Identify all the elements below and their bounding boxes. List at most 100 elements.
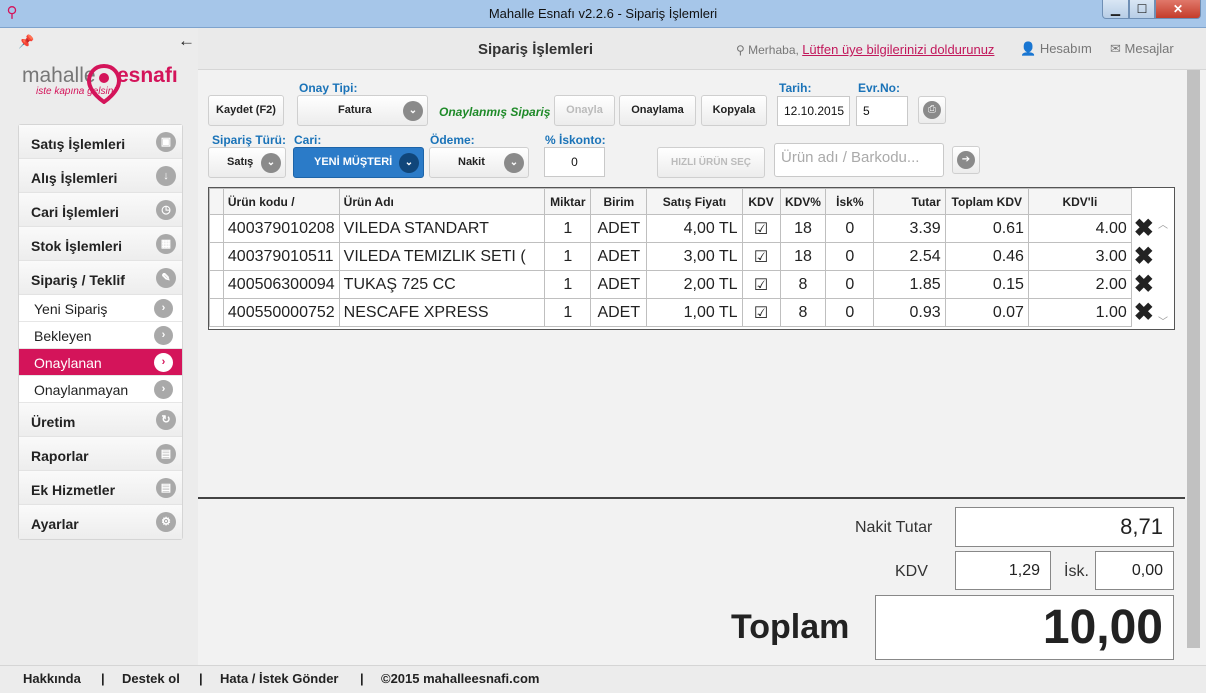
row-selector[interactable] [209, 242, 224, 271]
scroll-down-icon[interactable]: ﹀ [1158, 313, 1168, 328]
delete-row-icon[interactable]: ✖ [1131, 299, 1154, 327]
submenu-label: Onaylanan [34, 355, 102, 371]
product-search-input[interactable]: Ürün adı / Barkodu... [774, 143, 944, 177]
col-isk-yuzde[interactable]: İsk% [825, 188, 875, 215]
cell-qty[interactable]: 1 [544, 298, 592, 327]
cell-code: 400379010208 [222, 214, 340, 243]
messages-label: Mesajlar [1124, 41, 1174, 56]
cell-with-kdv: 1.00 [1027, 298, 1132, 327]
copy-button[interactable]: Kopyala [701, 95, 767, 126]
delete-row-icon[interactable]: ✖ [1131, 243, 1154, 271]
onay-tipi-select[interactable]: Fatura ⌄ [297, 95, 428, 126]
save-button[interactable]: Kaydet (F2) [208, 95, 284, 126]
cell-discount[interactable]: 0 [825, 270, 875, 299]
menu-label: Cari İşlemleri [31, 204, 119, 220]
submenu-onaylanan[interactable]: Onaylanan › [19, 349, 182, 376]
print-button[interactable]: ⎙ [918, 96, 946, 124]
delete-row-icon[interactable]: ✖ [1131, 215, 1154, 243]
cell-unit: ADET [590, 242, 648, 271]
col-urun-kodu[interactable]: Ürün kodu / [222, 188, 340, 215]
cell-price[interactable]: 2,00 TL [646, 270, 743, 299]
row-selector-header [209, 188, 224, 215]
submenu-yeni-siparis[interactable]: Yeni Sipariş › [19, 295, 182, 322]
menu-uretim[interactable]: Üretim ↻ [19, 403, 182, 437]
cell-discount[interactable]: 0 [825, 214, 875, 243]
status-text: Onaylanmış Sipariş [439, 105, 551, 119]
profile-link[interactable]: Lütfen üye bilgilerinizi doldurunuz [802, 42, 994, 57]
scrollbar-thumb[interactable] [1187, 70, 1200, 648]
close-button[interactable]: ✕ [1155, 0, 1201, 19]
page-scrollbar[interactable] [1185, 70, 1202, 648]
menu-siparis-teklif[interactable]: Sipariş / Teklif ✎ [19, 261, 182, 295]
order-type-select[interactable]: Satış ⌄ [208, 147, 286, 178]
col-tutar[interactable]: Tutar [873, 188, 946, 215]
support-link[interactable]: Destek ol [122, 671, 180, 686]
collapse-arrow-icon[interactable]: ← [178, 31, 195, 51]
date-field[interactable]: 12.10.2015 [777, 96, 850, 126]
pin-icon[interactable]: 📌 [18, 34, 34, 50]
cell-price[interactable]: 1,00 TL [646, 298, 743, 327]
col-satis-fiyati[interactable]: Satış Fiyatı [646, 188, 743, 215]
delete-row-icon[interactable]: ✖ [1131, 271, 1154, 299]
table-row[interactable]: 400550000752 NESCAFE XPRESS 1 ADET 1,00 … [209, 298, 1155, 327]
reject-button[interactable]: Onaylama [619, 95, 696, 126]
submenu-onaylanmayan[interactable]: Onaylanmayan › [19, 376, 182, 403]
col-urun-adi[interactable]: Ürün Adı [338, 188, 546, 215]
menu-satis[interactable]: Satış İşlemleri ▣ [19, 125, 182, 159]
table-scrollbar[interactable]: ︿ ﹀ [1158, 216, 1172, 328]
scroll-up-icon[interactable]: ︿ [1158, 216, 1172, 231]
messages-link[interactable]: ✉ Mesajlar [1110, 41, 1174, 57]
col-birim[interactable]: Birim [590, 188, 648, 215]
cari-select[interactable]: YENİ MÜŞTERİ ⌄ [293, 147, 424, 178]
menu-raporlar[interactable]: Raporlar ▤ [19, 437, 182, 471]
kdv-checkbox[interactable]: ☑ [741, 214, 781, 243]
cell-total-kdv: 0.61 [944, 214, 1029, 243]
grid-icon: ▦ [156, 234, 176, 254]
col-kdv[interactable]: KDV [741, 188, 781, 215]
cell-qty[interactable]: 1 [544, 270, 592, 299]
col-kdv-yuzde[interactable]: KDV% [779, 188, 827, 215]
row-selector[interactable] [209, 214, 224, 243]
maximize-button[interactable]: ☐ [1129, 0, 1155, 19]
menu-cari[interactable]: Cari İşlemleri ◷ [19, 193, 182, 227]
submenu-bekleyen[interactable]: Bekleyen › [19, 322, 182, 349]
menu-ek-hizmetler[interactable]: Ek Hizmetler ▤ [19, 471, 182, 505]
cell-amount: 1.85 [873, 270, 946, 299]
col-kdvli[interactable]: KDV'li [1027, 188, 1132, 215]
cell-qty[interactable]: 1 [544, 242, 592, 271]
menu-ayarlar[interactable]: Ayarlar ⚙ [19, 505, 182, 539]
cell-unit: ADET [590, 214, 648, 243]
cell-discount[interactable]: 0 [825, 298, 875, 327]
order-type-value: Satış [227, 156, 254, 168]
feedback-link[interactable]: Hata / İstek Gönder [220, 671, 338, 686]
approve-button[interactable]: Onayla [554, 95, 615, 126]
cell-amount: 0.93 [873, 298, 946, 327]
quick-select-button[interactable]: HIZLI ÜRÜN SEÇ [657, 147, 765, 178]
payment-select[interactable]: Nakit ⌄ [429, 147, 529, 178]
kdv-checkbox[interactable]: ☑ [741, 242, 781, 271]
menu-stok[interactable]: Stok İşlemleri ▦ [19, 227, 182, 261]
user-pin-icon: ⚲ [736, 43, 745, 57]
cell-price[interactable]: 4,00 TL [646, 214, 743, 243]
about-link[interactable]: Hakkında [23, 671, 81, 686]
chevron-down-icon: ⌄ [504, 153, 524, 173]
menu-alis[interactable]: Alış İşlemleri ↓ [19, 159, 182, 193]
kdv-checkbox[interactable]: ☑ [741, 270, 781, 299]
cell-discount[interactable]: 0 [825, 242, 875, 271]
cell-qty[interactable]: 1 [544, 214, 592, 243]
doc-no-field[interactable]: 5 [856, 96, 908, 126]
table-row[interactable]: 400379010511 VILEDA TEMIZLIK SETI ( 1 AD… [209, 242, 1155, 271]
kdv-checkbox[interactable]: ☑ [741, 298, 781, 327]
table-row[interactable]: 400506300094 TUKAŞ 725 CC 1 ADET 2,00 TL… [209, 270, 1155, 299]
col-miktar[interactable]: Miktar [544, 188, 592, 215]
col-toplam-kdv[interactable]: Toplam KDV [944, 188, 1029, 215]
footer: Hakkında | Destek ol | Hata / İstek Gönd… [0, 665, 1206, 693]
row-selector[interactable] [209, 270, 224, 299]
search-go-button[interactable]: ➔ [952, 146, 980, 174]
table-row[interactable]: 400379010208 VILEDA STANDART 1 ADET 4,00… [209, 214, 1155, 243]
account-link[interactable]: 👤 Hesabım [1020, 41, 1092, 57]
discount-field[interactable]: 0 [544, 147, 605, 177]
row-selector[interactable] [209, 298, 224, 327]
minimize-button[interactable]: ▁ [1102, 0, 1129, 19]
cell-price[interactable]: 3,00 TL [646, 242, 743, 271]
